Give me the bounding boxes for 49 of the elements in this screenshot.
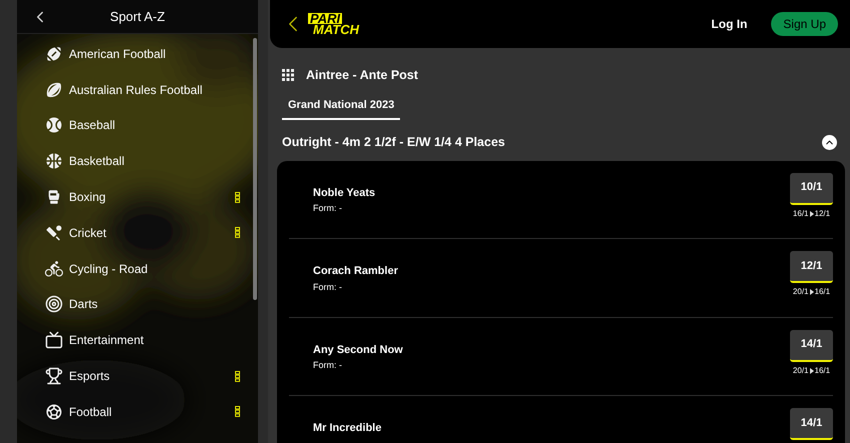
previous-odds: 20/1 <box>792 364 808 376</box>
arrow-icon <box>810 289 814 295</box>
sport-item[interactable]: Cycling - Road <box>17 250 258 287</box>
current-odds: 16/1 <box>814 286 830 298</box>
logo[interactable]: PARI MATCH <box>308 13 359 35</box>
sport-item[interactable]: Basketball <box>17 143 258 180</box>
target-icon <box>45 295 63 314</box>
previous-odds: 20/1 <box>792 286 808 298</box>
runner-form: Form: - <box>313 359 343 372</box>
runner-name: Any Second Now <box>313 342 404 358</box>
runner-form: Form: - <box>313 202 343 215</box>
runner-name: Corach Rambler <box>313 264 399 279</box>
sport-item[interactable]: Boxing <box>17 179 258 215</box>
baseball-icon <box>45 116 63 134</box>
sport-item[interactable]: Football <box>17 394 258 430</box>
sport-item[interactable]: Baseball <box>17 108 258 144</box>
sport-item[interactable]: Australian Rules Football <box>17 72 258 108</box>
odds-button[interactable]: 10/1 <box>790 172 833 204</box>
sport-item[interactable]: American Football <box>17 36 258 72</box>
arrow-icon <box>810 210 814 216</box>
sport-item[interactable]: Esports <box>17 358 258 394</box>
sport-item[interactable]: Entertainment <box>17 322 258 358</box>
odds-button[interactable]: 12/1 <box>790 251 833 283</box>
arrow-icon <box>810 368 814 374</box>
trophy-icon <box>45 367 63 386</box>
current-odds: 12/1 <box>814 208 830 220</box>
collapse-button[interactable] <box>822 135 837 150</box>
odds-button[interactable]: 14/1 <box>790 330 833 362</box>
football-icon <box>45 44 63 63</box>
grid-icon[interactable] <box>282 69 294 81</box>
sport-item[interactable]: Darts <box>17 286 258 322</box>
runner-name: Mr Incredible <box>313 421 382 436</box>
sport-item[interactable]: Cricket <box>17 214 258 251</box>
cricket-bat-icon <box>45 224 63 242</box>
event-tab[interactable]: Grand National 2023 <box>282 93 400 120</box>
tv-icon <box>45 331 63 350</box>
signup-button[interactable]: Sign Up <box>771 12 838 36</box>
runner-name: Noble Yeats <box>313 186 376 200</box>
current-odds: 16/1 <box>814 364 830 376</box>
bicycle-icon <box>45 260 63 278</box>
market-title: Outright - 4m 2 1/2f - E/W 1/4 4 Places <box>282 134 506 152</box>
sidebar-title: Sport A-Z <box>110 8 165 26</box>
scrollbar[interactable] <box>253 38 257 300</box>
basketball-icon <box>45 152 63 170</box>
login-button[interactable]: Log In <box>711 15 748 33</box>
runner-form: Form: - <box>313 280 343 294</box>
odds-button[interactable]: 14/1 <box>790 408 833 440</box>
event-title: Aintree - Ante Post <box>306 66 418 84</box>
previous-odds: 16/1 <box>792 208 808 220</box>
